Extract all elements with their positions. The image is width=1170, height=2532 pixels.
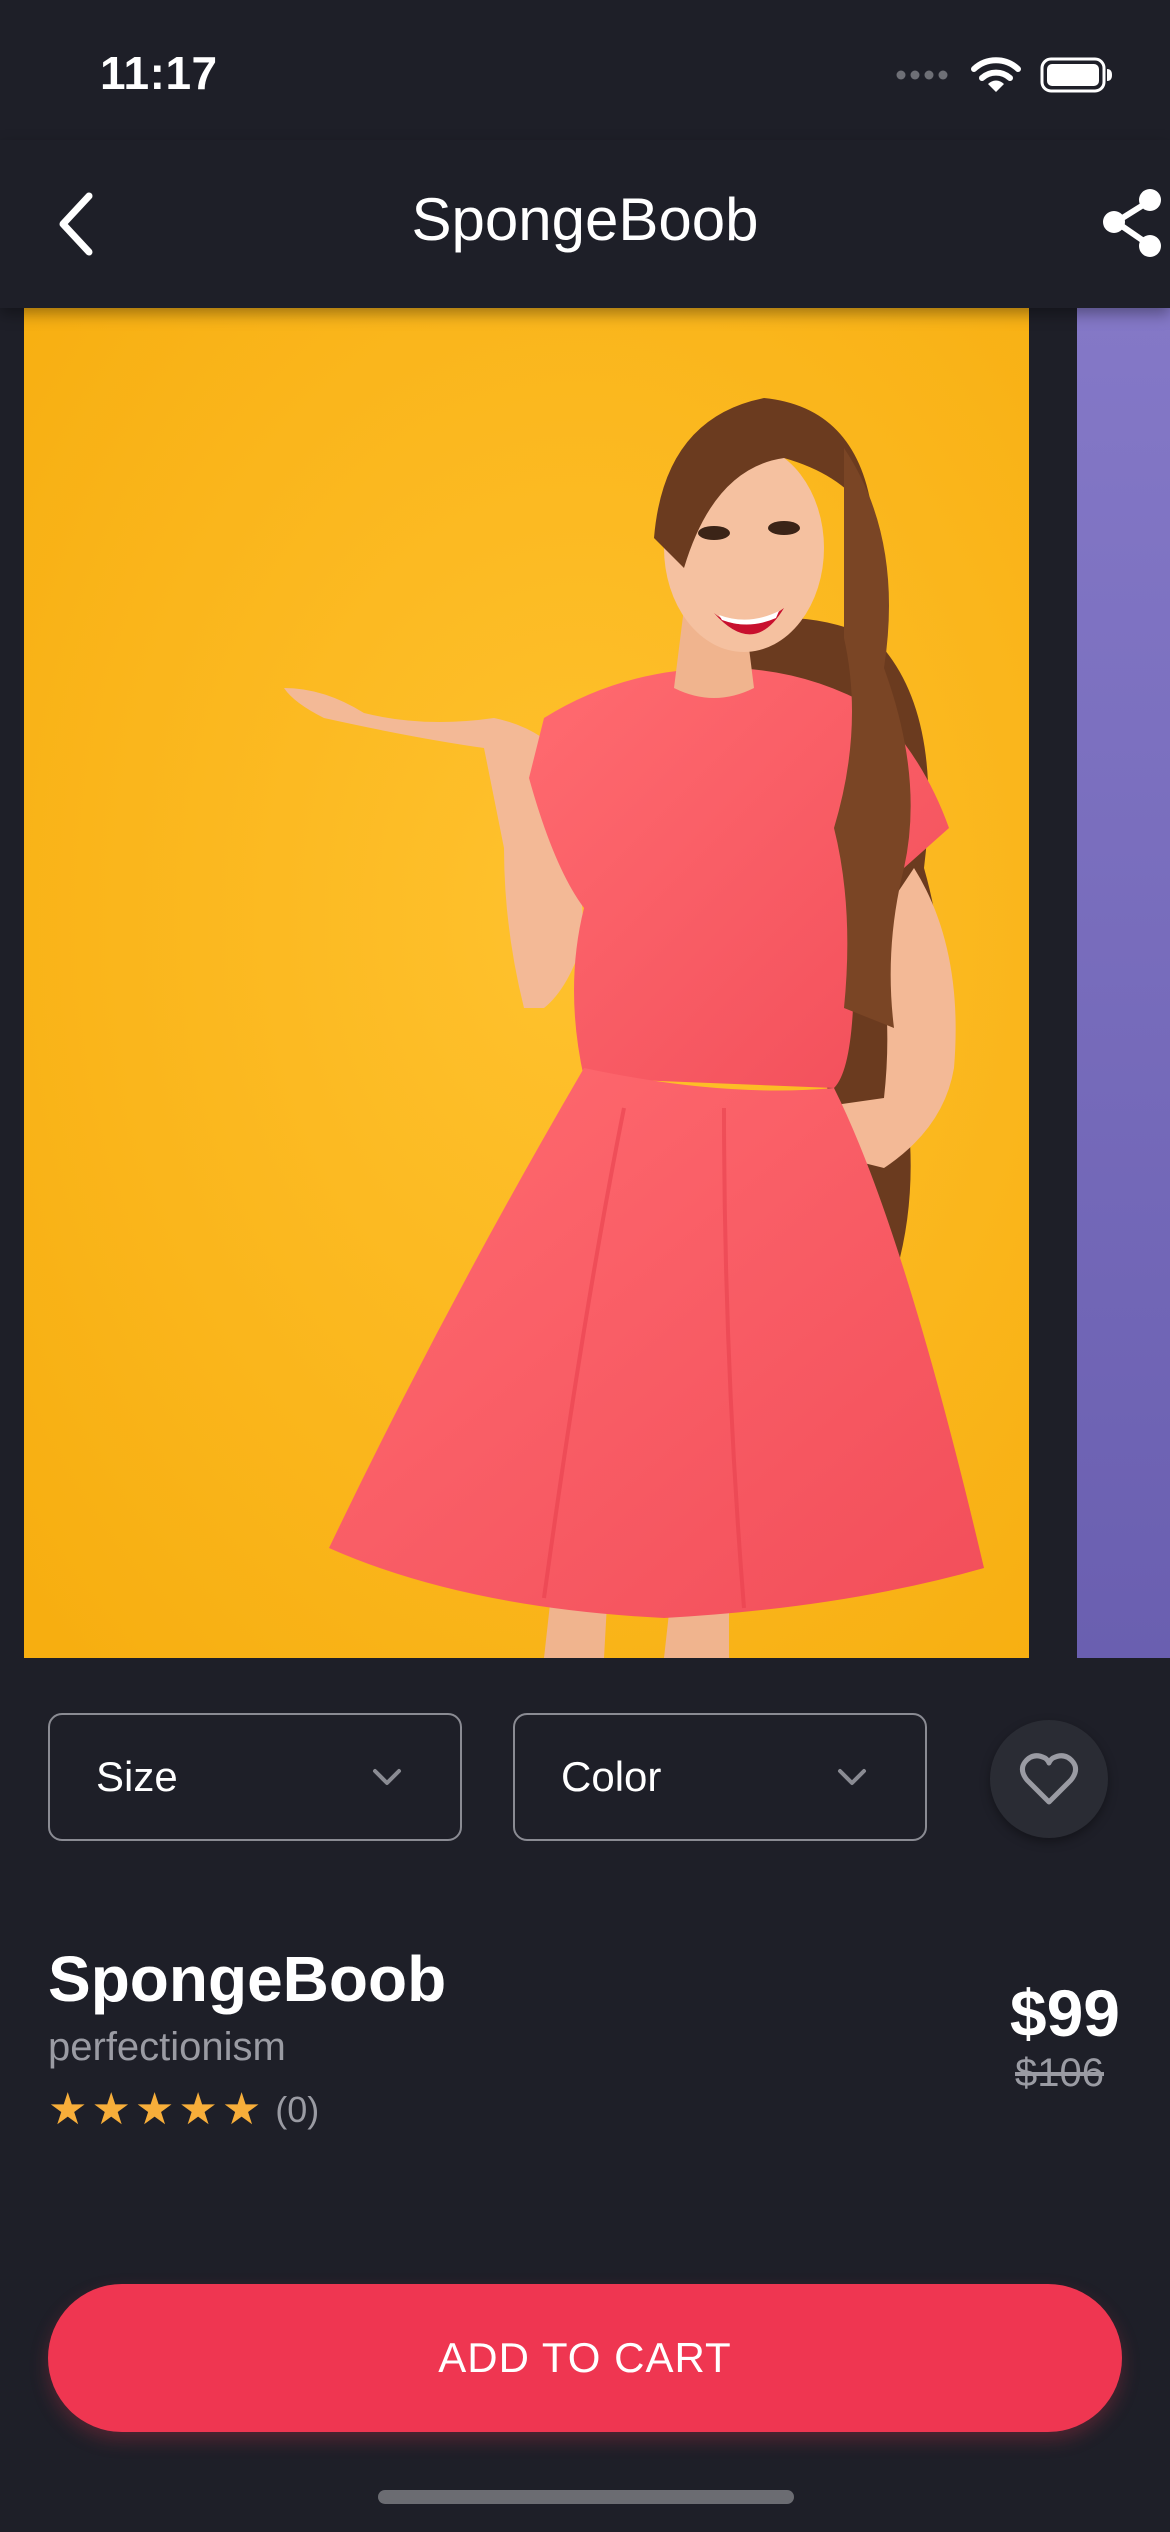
- product-brand: perfectionism: [48, 2025, 286, 2069]
- signal-icon: [896, 70, 948, 80]
- star-icon: ★: [134, 2085, 175, 2134]
- star-icon: ★: [48, 2085, 88, 2134]
- share-icon: [1103, 189, 1161, 257]
- product-image[interactable]: [24, 308, 1029, 1658]
- wifi-icon: [971, 57, 1021, 92]
- color-dropdown[interactable]: Color: [513, 1713, 927, 1841]
- status-time: 11:17: [100, 47, 218, 99]
- rating-count: (0): [275, 2089, 320, 2130]
- page-title: SpongeBoob: [411, 186, 759, 253]
- heart-outline-icon: [1019, 1753, 1079, 1805]
- product-rating: ★ ★ ★ ★ ★ (0): [48, 2085, 319, 2135]
- battery-icon: [1040, 57, 1112, 93]
- star-icon: ★: [221, 2085, 262, 2134]
- status-bar: 11:17: [0, 0, 1170, 140]
- product-old-price: $106: [1015, 2051, 1104, 2095]
- star-icon: ★: [91, 2085, 131, 2134]
- color-label: Color: [561, 1753, 662, 1800]
- size-dropdown[interactable]: Size: [48, 1713, 462, 1841]
- star-icon: ★: [178, 2085, 218, 2134]
- size-label: Size: [96, 1753, 178, 1800]
- add-to-cart-button[interactable]: ADD TO CART: [48, 2284, 1122, 2432]
- status-icons: [896, 50, 1114, 100]
- product-image-gallery[interactable]: [0, 308, 1170, 1658]
- nav-bar: SpongeBoob: [0, 140, 1170, 308]
- product-image-next[interactable]: [1077, 308, 1170, 1658]
- share-button[interactable]: [1100, 188, 1170, 258]
- product-name: SpongeBoob: [48, 1943, 447, 2015]
- chevron-down-icon: [838, 1769, 866, 1785]
- favorite-button[interactable]: [990, 1720, 1108, 1838]
- chevron-down-icon: [373, 1769, 401, 1785]
- home-indicator: [378, 2490, 794, 2504]
- product-photo: [24, 308, 1029, 1658]
- product-price: $99: [1009, 1976, 1120, 2050]
